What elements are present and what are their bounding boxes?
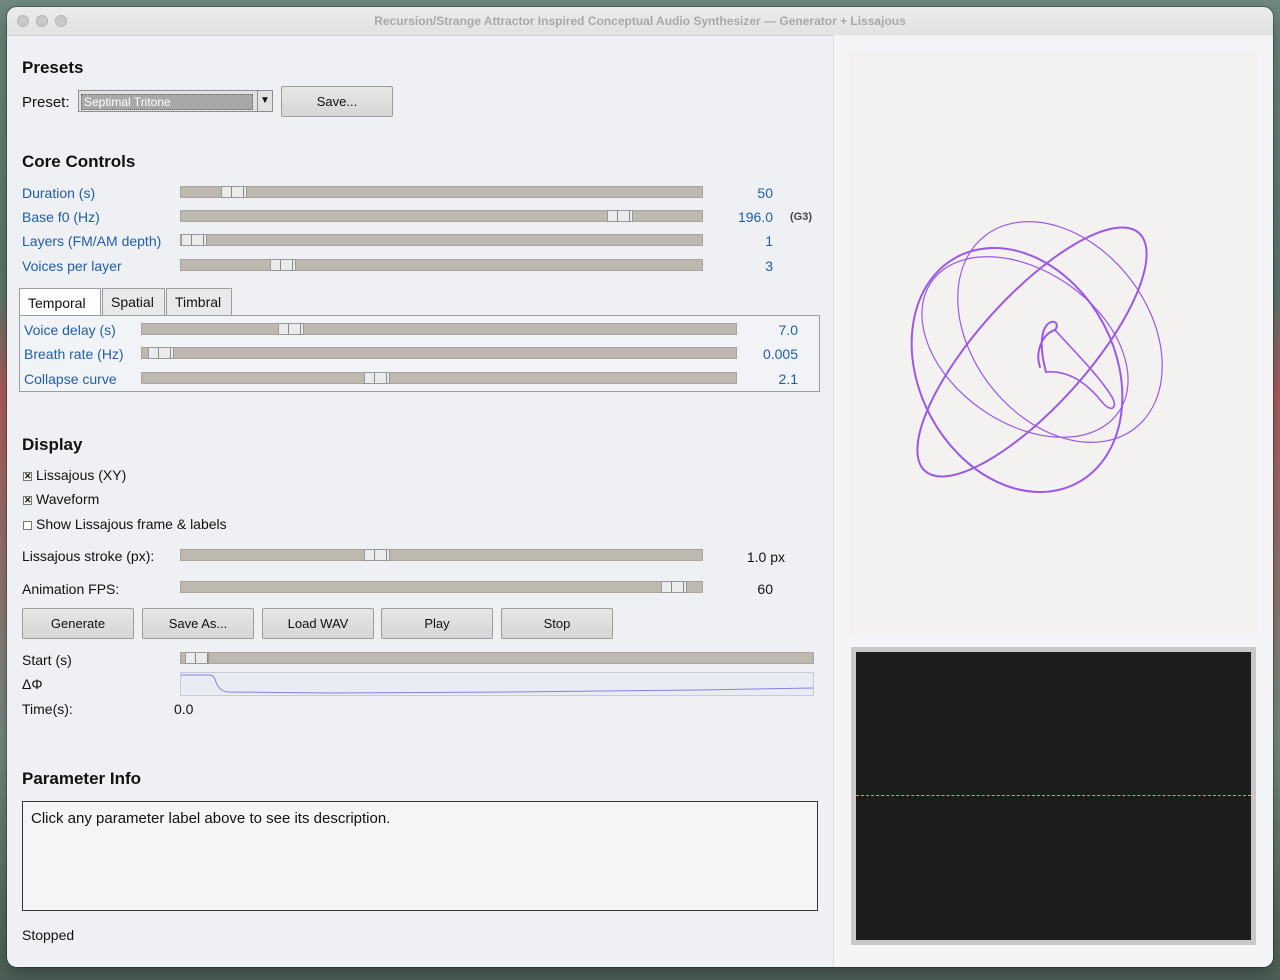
waveform-line — [856, 795, 1251, 796]
parameter-info-text: Click any parameter label above to see i… — [31, 810, 391, 827]
core-slider-value: 1 — [765, 233, 773, 249]
window-title: Recursion/Strange Attractor Inspired Con… — [374, 14, 906, 28]
presets-heading: Presets — [22, 58, 84, 77]
core-slider[interactable] — [180, 210, 703, 222]
core-slider-label[interactable]: Voices per layer — [22, 258, 122, 274]
checkbox-label[interactable]: Waveform — [36, 491, 99, 507]
waveform-scope — [856, 652, 1251, 940]
checkbox[interactable]: ✕ — [23, 472, 32, 481]
parameter-tabs: Temporal Spatial Timbral Voice delay (s) 7… — [19, 288, 820, 392]
core-slider-label[interactable]: Base f0 (Hz) — [22, 209, 100, 225]
checkbox[interactable] — [23, 521, 32, 530]
tab-slider-label[interactable]: Breath rate (Hz) — [24, 346, 124, 362]
core-slider-thumb[interactable] — [221, 186, 247, 198]
generate-button[interactable]: Generate — [22, 608, 134, 639]
core-slider-value: 196.0 — [737, 209, 773, 225]
fps-label: Animation FPS: — [22, 581, 120, 597]
core-slider[interactable] — [180, 186, 703, 198]
core-controls-heading: Core Controls — [22, 152, 136, 171]
save-preset-button[interactable]: Save... — [281, 86, 393, 117]
delta-phi-label: ΔΦ — [22, 676, 43, 692]
core-slider-value: 3 — [765, 258, 773, 274]
stroke-slider-thumb[interactable] — [364, 549, 390, 561]
start-slider[interactable] — [180, 652, 814, 664]
tab-slider-value: 7.0 — [778, 322, 798, 338]
parameter-info-box: Click any parameter label above to see i… — [22, 801, 818, 911]
time-label: Time(s): — [22, 701, 73, 717]
stroke-value: 1.0 px — [746, 549, 785, 565]
start-label: Start (s) — [22, 652, 72, 668]
play-button[interactable]: Play — [381, 608, 493, 639]
tab-slider-label[interactable]: Voice delay (s) — [24, 322, 116, 338]
load-wav-button[interactable]: Load WAV — [262, 608, 374, 639]
stroke-slider[interactable] — [180, 549, 703, 561]
note-name: (G3) — [790, 211, 812, 223]
start-slider-thumb[interactable] — [185, 652, 209, 664]
tab-slider-value: 2.1 — [778, 371, 798, 387]
delta-phi-graph — [180, 672, 814, 696]
preset-label: Preset: — [22, 94, 70, 111]
tab-slider[interactable] — [141, 323, 737, 335]
tab-slider-value: 0.005 — [762, 346, 798, 362]
chevron-down-icon[interactable]: ▼ — [257, 91, 272, 111]
preset-selected-value: Septimal Tritone — [81, 94, 253, 110]
save-as-button[interactable]: Save As... — [142, 608, 254, 639]
app-window: Recursion/Strange Attractor Inspired Con… — [7, 7, 1273, 967]
display-heading: Display — [22, 435, 83, 454]
tab-bar: Temporal Spatial Timbral — [19, 288, 319, 316]
tab-slider-thumb[interactable] — [278, 323, 304, 335]
checkbox-label[interactable]: Lissajous (XY) — [36, 467, 126, 483]
tab-slider-label[interactable]: Collapse curve — [24, 371, 117, 387]
tab-slider-thumb[interactable] — [364, 372, 390, 384]
tab-temporal[interactable]: Temporal — [19, 288, 101, 316]
core-slider-label[interactable]: Duration (s) — [22, 185, 95, 201]
visualization-panel — [833, 35, 1273, 967]
core-slider-thumb[interactable] — [607, 210, 633, 222]
title-bar: Recursion/Strange Attractor Inspired Con… — [7, 7, 1273, 36]
core-slider-value: 50 — [757, 185, 773, 201]
time-value: 0.0 — [174, 701, 194, 717]
core-slider-thumb[interactable] — [181, 234, 207, 246]
control-panel: Presets Preset: Septimal Tritone ▼ Save.… — [7, 35, 833, 967]
core-slider-label[interactable]: Layers (FM/AM depth) — [22, 233, 161, 249]
lissajous-view — [850, 52, 1257, 634]
fps-slider-thumb[interactable] — [661, 581, 687, 593]
tab-slider-thumb[interactable] — [148, 347, 174, 359]
waveform-frame — [851, 647, 1256, 945]
fps-value: 60 — [757, 581, 773, 597]
preset-select[interactable]: Septimal Tritone ▼ — [78, 90, 273, 112]
core-slider-thumb[interactable] — [270, 259, 296, 271]
stop-button[interactable]: Stop — [501, 608, 613, 639]
core-slider[interactable] — [180, 259, 703, 271]
parameter-info-heading: Parameter Info — [22, 769, 142, 788]
tab-slider[interactable] — [141, 347, 737, 359]
checkbox-label[interactable]: Show Lissajous frame & labels — [36, 516, 227, 532]
tab-timbral[interactable]: Timbral — [166, 288, 232, 315]
lissajous-plot — [910, 221, 1163, 494]
tab-spatial[interactable]: Spatial — [102, 288, 165, 315]
tab-slider[interactable] — [141, 372, 737, 384]
stroke-label: Lissajous stroke (px): — [22, 548, 155, 564]
status-text: Stopped — [22, 927, 75, 943]
core-slider[interactable] — [180, 234, 703, 246]
checkbox[interactable]: ✕ — [23, 496, 32, 505]
fps-slider[interactable] — [180, 581, 703, 593]
